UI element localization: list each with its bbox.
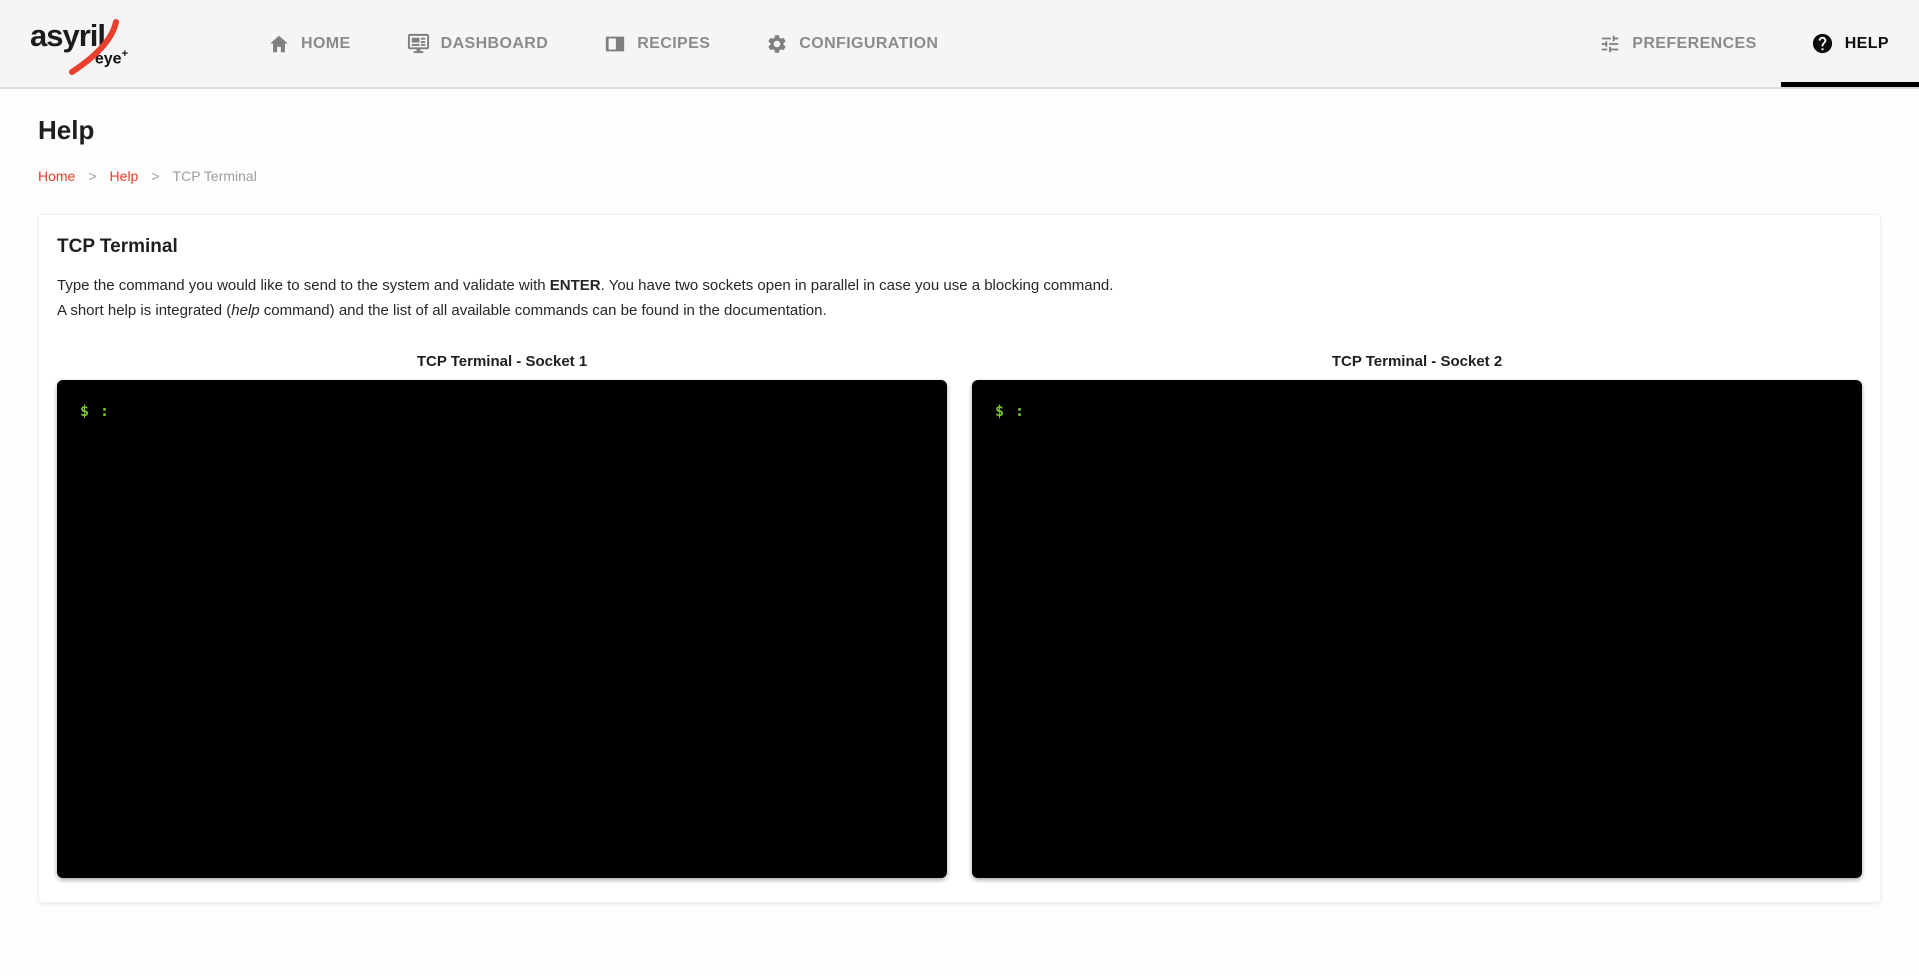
breadcrumb-help-link[interactable]: Help [110, 168, 139, 184]
nav-item-recipes[interactable]: RECIPES [604, 0, 710, 87]
nav-item-configuration[interactable]: CONFIGURATION [766, 0, 938, 87]
configuration-gear-icon [766, 33, 788, 55]
nav-item-dashboard[interactable]: DASHBOARD [407, 0, 549, 87]
nav-item-label: HOME [301, 35, 351, 53]
nav-item-label: PREFERENCES [1632, 35, 1756, 53]
preferences-sliders-icon [1599, 33, 1621, 55]
terminal-socket-1-title: TCP Terminal - Socket 1 [57, 353, 947, 370]
asyril-logo[interactable]: asyril eye+ [30, 20, 130, 67]
terminal-socket-2-column: TCP Terminal - Socket 2 $ : [972, 353, 1862, 878]
recipes-icon [604, 33, 626, 55]
help-command-keyword: help [231, 302, 259, 319]
enter-keyword: ENTER [550, 277, 601, 294]
terminal-socket-2-title: TCP Terminal - Socket 2 [972, 353, 1862, 370]
logo-wordmark: asyril [30, 20, 130, 51]
card-description: Type the command you would like to send … [57, 273, 1862, 323]
nav-item-help[interactable]: HELP [1781, 0, 1919, 87]
page-title: Help [38, 115, 1881, 146]
nav-item-label: RECIPES [637, 35, 710, 53]
nav-right-group: PREFERENCES HELP [1575, 0, 1919, 87]
nav-item-label: CONFIGURATION [799, 35, 938, 53]
breadcrumb: Home > Help > TCP Terminal [38, 168, 1881, 184]
breadcrumb-separator: > [151, 168, 159, 184]
nav-left-group: HOME DASHBOARD [268, 0, 938, 87]
terminal-socket-2[interactable]: $ : [972, 380, 1862, 878]
description-line-1: Type the command you would like to send … [57, 273, 1862, 298]
nav-item-home[interactable]: HOME [268, 0, 351, 87]
terminal-socket-1-column: TCP Terminal - Socket 1 $ : [57, 353, 947, 878]
card-title: TCP Terminal [57, 236, 1862, 258]
nav-item-preferences[interactable]: PREFERENCES [1575, 0, 1780, 87]
terminal-prompt: $ : [80, 402, 110, 420]
breadcrumb-current: TCP Terminal [173, 168, 257, 184]
breadcrumb-separator: > [88, 168, 96, 184]
terminals-container: TCP Terminal - Socket 1 $ : TCP Terminal… [57, 353, 1862, 878]
terminal-prompt: $ : [995, 402, 1025, 420]
nav-item-label: DASHBOARD [441, 35, 549, 53]
tcp-terminal-card: TCP Terminal Type the command you would … [38, 214, 1881, 903]
dashboard-icon [407, 32, 430, 55]
breadcrumb-home-link[interactable]: Home [38, 168, 75, 184]
home-icon [268, 33, 290, 55]
help-question-icon [1811, 32, 1834, 55]
nav-item-label: HELP [1845, 35, 1889, 53]
description-line-2: A short help is integrated (help command… [57, 298, 1862, 323]
top-navbar: asyril eye+ HOME DASHBOA [0, 0, 1919, 89]
help-page: Help Home > Help > TCP Terminal TCP Term… [0, 115, 1919, 903]
terminal-socket-1[interactable]: $ : [57, 380, 947, 878]
